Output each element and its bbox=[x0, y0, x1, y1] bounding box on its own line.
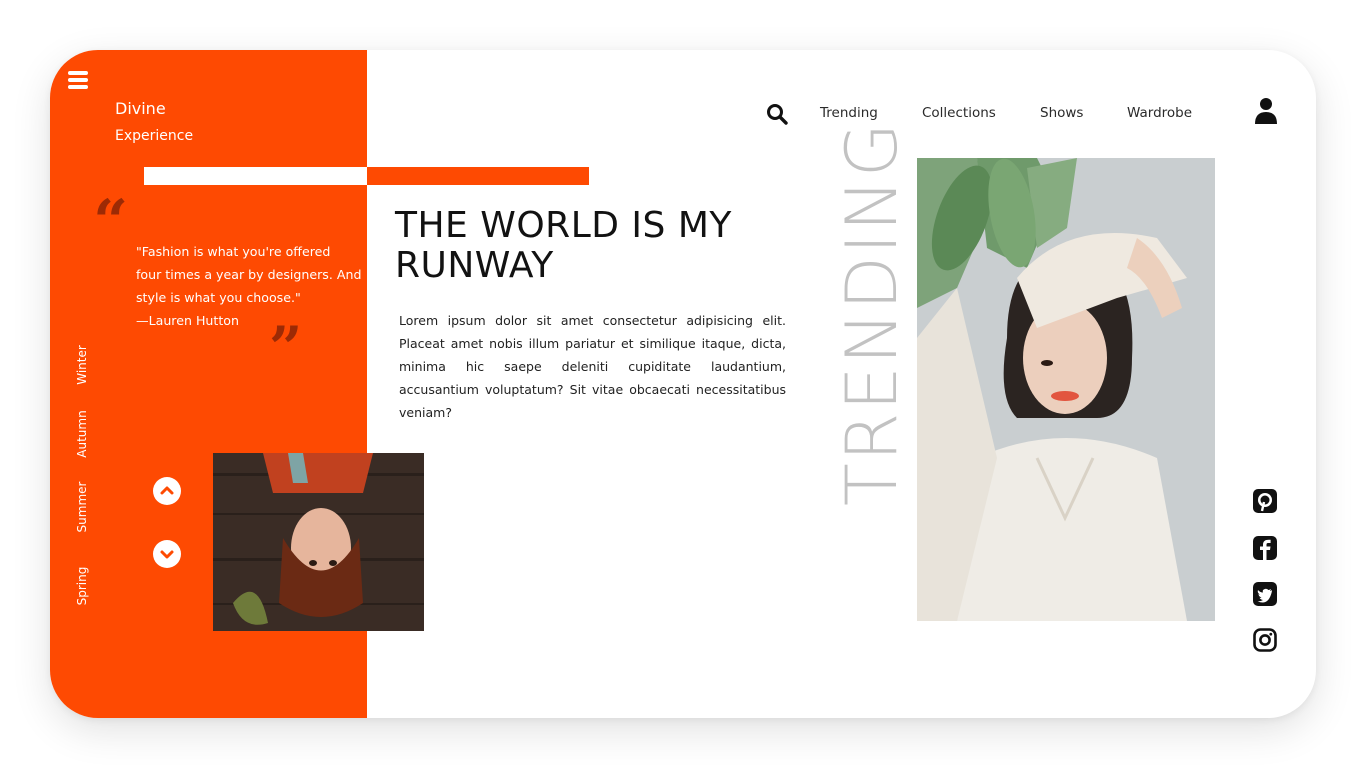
brand-subtitle: Experience bbox=[115, 128, 194, 144]
quote-line: "Fashion is what you're offered bbox=[136, 244, 331, 259]
instagram-icon[interactable] bbox=[1253, 628, 1277, 652]
hamburger-menu-icon[interactable] bbox=[68, 71, 88, 89]
quote-line: style is what you choose." bbox=[136, 290, 301, 305]
pinterest-icon[interactable] bbox=[1253, 489, 1277, 513]
hero-heading-line: THE WORLD IS MY bbox=[395, 205, 732, 246]
season-spring[interactable]: Spring bbox=[75, 546, 89, 626]
twitter-icon[interactable] bbox=[1253, 582, 1277, 606]
decor-bar-orange bbox=[367, 167, 589, 185]
nav-collections[interactable]: Collections bbox=[922, 105, 996, 121]
season-autumn[interactable]: Autumn bbox=[75, 394, 89, 474]
season-winter[interactable]: Winter bbox=[75, 325, 89, 405]
nav-wardrobe[interactable]: Wardrobe bbox=[1127, 105, 1192, 121]
hero-heading-line: RUNWAY bbox=[395, 245, 554, 286]
user-icon[interactable] bbox=[1254, 97, 1278, 129]
featured-photo-small[interactable] bbox=[213, 453, 424, 631]
search-icon[interactable] bbox=[766, 103, 788, 129]
facebook-icon[interactable] bbox=[1253, 536, 1277, 560]
chevron-down-icon bbox=[160, 550, 174, 559]
decor-bar-white bbox=[144, 167, 368, 185]
season-summer[interactable]: Summer bbox=[75, 467, 89, 547]
quote-line: four times a year by designers. And bbox=[136, 267, 362, 282]
quote-open-icon: “ bbox=[93, 187, 129, 255]
hero-heading: THE WORLD IS MY RUNWAY bbox=[395, 206, 775, 286]
quote-text: "Fashion is what you're offered four tim… bbox=[136, 240, 362, 332]
woman-portrait-image bbox=[213, 453, 424, 631]
nav-shows[interactable]: Shows bbox=[1040, 105, 1083, 121]
nav-trending[interactable]: Trending bbox=[820, 105, 878, 121]
scroll-up-button[interactable] bbox=[153, 477, 181, 505]
woman-with-leaves-image bbox=[917, 158, 1215, 621]
trending-vertical-label: TRENDING bbox=[831, 120, 913, 506]
brand-title[interactable]: Divine bbox=[115, 99, 166, 118]
hero-body: Lorem ipsum dolor sit amet consectetur a… bbox=[399, 313, 786, 420]
quote-close-icon: ” bbox=[269, 314, 303, 382]
featured-photo-large[interactable] bbox=[917, 158, 1215, 621]
chevron-up-icon bbox=[160, 486, 174, 495]
quote-author: —Lauren Hutton bbox=[136, 313, 239, 328]
scroll-down-button[interactable] bbox=[153, 540, 181, 568]
page-card: Divine Experience “ "Fashion is what you… bbox=[50, 50, 1316, 718]
